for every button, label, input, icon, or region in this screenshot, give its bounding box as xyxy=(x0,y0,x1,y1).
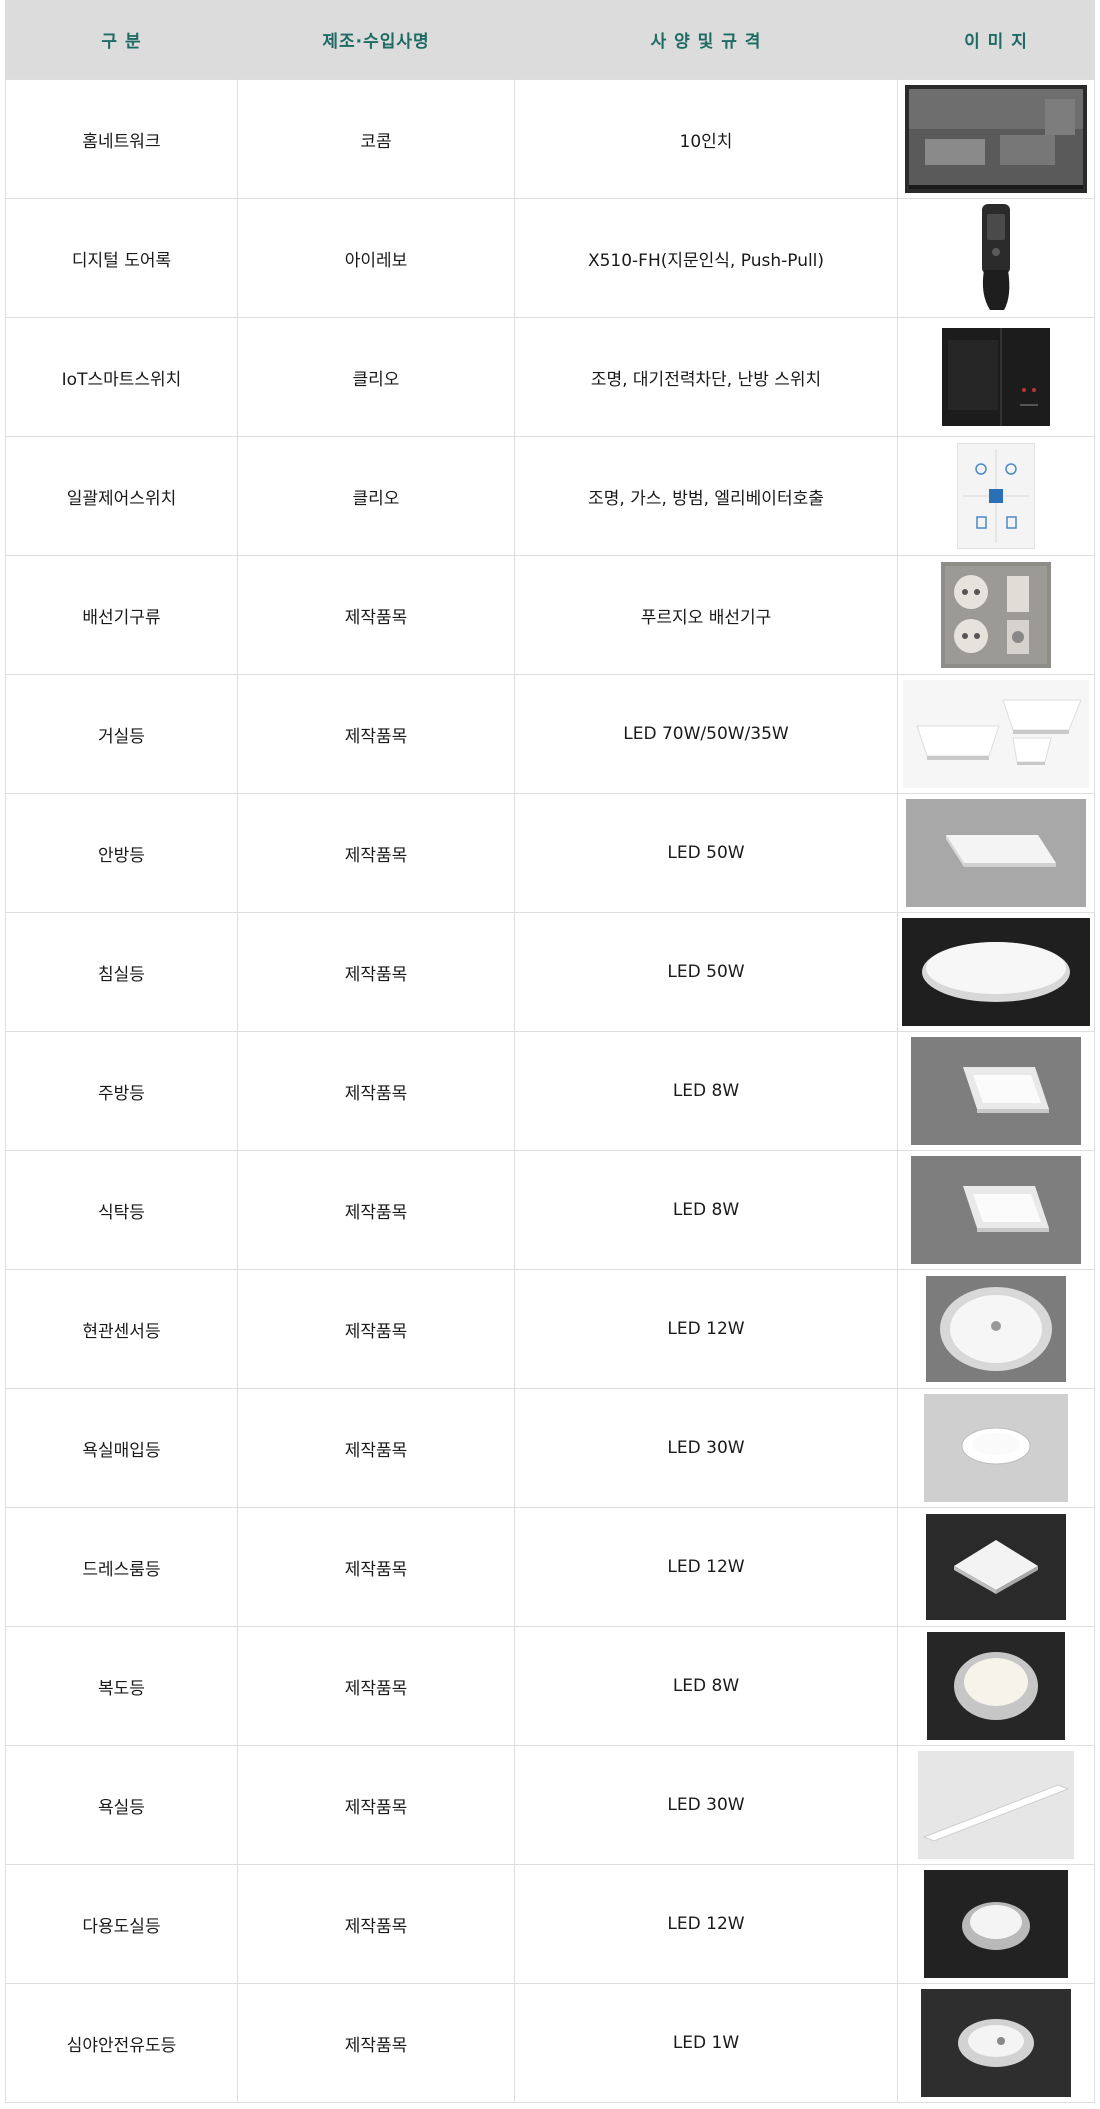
utility-room-light-icon xyxy=(924,1870,1068,1978)
header-spec: 사 양 및 규 격 xyxy=(514,0,898,80)
category-cell: 안방등 xyxy=(5,793,238,913)
maker-cell: 제작품목 xyxy=(237,1507,515,1627)
kitchen-light-icon xyxy=(911,1037,1081,1145)
maker-cell: 제작품목 xyxy=(237,1031,515,1151)
maker-cell: 제작품목 xyxy=(237,1864,515,1984)
night-guide-light-icon xyxy=(921,1989,1071,2097)
maker-cell: 제작품목 xyxy=(237,674,515,794)
category-cell: 홈네트워크 xyxy=(5,79,238,199)
header-maker: 제조·수입사명 xyxy=(237,0,515,80)
category-cell: 욕실매입등 xyxy=(5,1388,238,1508)
bathroom-light-icon xyxy=(918,1751,1074,1859)
spec-cell: 푸르지오 배선기구 xyxy=(514,555,898,675)
table-row: 주방등 제작품목 LED 8W xyxy=(5,1031,1095,1151)
smart-switch-icon xyxy=(942,328,1050,426)
header-category: 구 분 xyxy=(5,0,238,80)
table-row: 욕실매입등 제작품목 LED 30W xyxy=(5,1388,1095,1508)
living-room-light-icon xyxy=(903,680,1089,788)
spec-cell: 10인치 xyxy=(514,79,898,199)
maker-cell: 코콤 xyxy=(237,79,515,199)
table-row: 일괄제어스위치 클리오 조명, 가스, 방범, 엘리베이터호출 xyxy=(5,436,1095,556)
table-row: IoT스마트스위치 클리오 조명, 대기전력차단, 난방 스위치 xyxy=(5,317,1095,437)
spec-cell: LED 12W xyxy=(514,1507,898,1627)
category-cell: 다용도실등 xyxy=(5,1864,238,1984)
category-cell: 심야안전유도등 xyxy=(5,1983,238,2103)
hallway-light-icon xyxy=(927,1632,1065,1740)
outlet-icon xyxy=(941,562,1051,668)
table-row: 거실등 제작품목 LED 70W/50W/35W xyxy=(5,674,1095,794)
master-switch-icon xyxy=(957,443,1035,549)
bedroom-light-icon xyxy=(902,918,1090,1026)
maker-cell: 제작품목 xyxy=(237,1388,515,1508)
maker-cell: 클리오 xyxy=(237,317,515,437)
spec-cell: LED 70W/50W/35W xyxy=(514,674,898,794)
spec-cell: LED 8W xyxy=(514,1626,898,1746)
table-row: 심야안전유도등 제작품목 LED 1W xyxy=(5,1983,1095,2103)
spec-cell: LED 50W xyxy=(514,793,898,913)
maker-cell: 제작품목 xyxy=(237,1745,515,1865)
table-row: 배선기구류 제작품목 푸르지오 배선기구 xyxy=(5,555,1095,675)
table-row: 다용도실등 제작품목 LED 12W xyxy=(5,1864,1095,1984)
category-cell: 복도등 xyxy=(5,1626,238,1746)
spec-cell: 조명, 대기전력차단, 난방 스위치 xyxy=(514,317,898,437)
maker-cell: 클리오 xyxy=(237,436,515,556)
category-cell: 드레스룸등 xyxy=(5,1507,238,1627)
category-cell: 욕실등 xyxy=(5,1745,238,1865)
maker-cell: 제작품목 xyxy=(237,912,515,1032)
maker-cell: 제작품목 xyxy=(237,793,515,913)
table-row: 식탁등 제작품목 LED 8W xyxy=(5,1150,1095,1270)
maker-cell: 제작품목 xyxy=(237,1626,515,1746)
table-row: 홈네트워크 코콤 10인치 xyxy=(5,79,1095,199)
master-bedroom-light-icon xyxy=(906,799,1086,907)
entrance-sensor-light-icon xyxy=(926,1276,1066,1382)
category-cell: 침실등 xyxy=(5,912,238,1032)
spec-cell: LED 30W xyxy=(514,1745,898,1865)
maker-cell: 제작품목 xyxy=(237,1983,515,2103)
table-row: 안방등 제작품목 LED 50W xyxy=(5,793,1095,913)
table-row: 욕실등 제작품목 LED 30W xyxy=(5,1745,1095,1865)
category-cell: 배선기구류 xyxy=(5,555,238,675)
category-cell: 식탁등 xyxy=(5,1150,238,1270)
spec-cell: 조명, 가스, 방범, 엘리베이터호출 xyxy=(514,436,898,556)
spec-cell: LED 1W xyxy=(514,1983,898,2103)
spec-cell: LED 8W xyxy=(514,1150,898,1270)
table-row: 침실등 제작품목 LED 50W xyxy=(5,912,1095,1032)
spec-cell: LED 12W xyxy=(514,1269,898,1389)
header-image: 이 미 지 xyxy=(897,0,1095,80)
spec-table: 구 분 제조·수입사명 사 양 및 규 격 이 미 지 홈네트워크 코콤 10인… xyxy=(5,0,1095,2103)
table-row: 드레스룸등 제작품목 LED 12W xyxy=(5,1507,1095,1627)
maker-cell: 제작품목 xyxy=(237,1269,515,1389)
spec-cell: X510-FH(지문인식, Push-Pull) xyxy=(514,198,898,318)
category-cell: 주방등 xyxy=(5,1031,238,1151)
spec-cell: LED 12W xyxy=(514,1864,898,1984)
dressroom-light-icon xyxy=(926,1514,1066,1620)
category-cell: 거실등 xyxy=(5,674,238,794)
dining-light-icon xyxy=(911,1156,1081,1264)
door-lock-icon xyxy=(982,204,1010,310)
maker-cell: 제작품목 xyxy=(237,555,515,675)
table-row: 복도등 제작품목 LED 8W xyxy=(5,1626,1095,1746)
spec-cell: LED 30W xyxy=(514,1388,898,1508)
bathroom-recessed-light-icon xyxy=(924,1394,1068,1502)
category-cell: 디지털 도어록 xyxy=(5,198,238,318)
spec-cell: LED 50W xyxy=(514,912,898,1032)
category-cell: IoT스마트스위치 xyxy=(5,317,238,437)
maker-cell: 제작품목 xyxy=(237,1150,515,1270)
wallpad-icon xyxy=(905,85,1087,193)
category-cell: 현관센서등 xyxy=(5,1269,238,1389)
spec-table-container: 구 분 제조·수입사명 사 양 및 규 격 이 미 지 홈네트워크 코콤 10인… xyxy=(5,0,1095,2103)
header-row: 구 분 제조·수입사명 사 양 및 규 격 이 미 지 xyxy=(5,0,1095,80)
category-cell: 일괄제어스위치 xyxy=(5,436,238,556)
spec-cell: LED 8W xyxy=(514,1031,898,1151)
maker-cell: 아이레보 xyxy=(237,198,515,318)
table-row: 디지털 도어록 아이레보 X510-FH(지문인식, Push-Pull) xyxy=(5,198,1095,318)
table-row: 현관센서등 제작품목 LED 12W xyxy=(5,1269,1095,1389)
